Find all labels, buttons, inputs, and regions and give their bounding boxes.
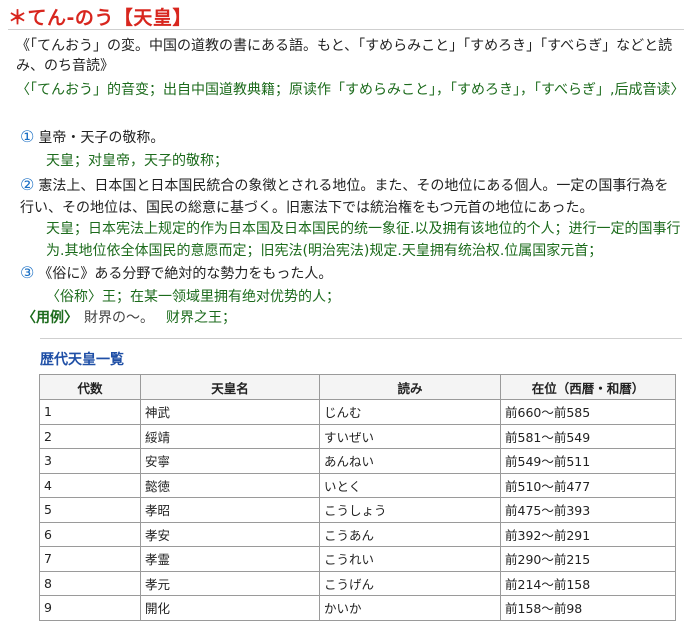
sense-2-translation: 天皇；日本宪法上规定的作为日本国及日本国民的统一象征.以及拥有该地位的个人；进行… xyxy=(46,221,681,259)
table-cell: 前158～前98 xyxy=(500,595,676,621)
sense-2: ② 憲法上、日本国と日本国民統合の象徴とされる地位。また、その地位にある個人。一定… xyxy=(20,174,682,219)
table-cell: じんむ xyxy=(319,399,501,425)
dictionary-entry: ＊てん-のう【天皇】 《「てんおう」の変。中国の道教の書にある語。もと、「すめら… xyxy=(0,0,690,624)
table-cell: 9 xyxy=(39,595,141,621)
example-translation: 财界之王； xyxy=(166,310,236,326)
table-cell: 前510～前477 xyxy=(500,472,676,498)
table-cell: 2 xyxy=(39,423,141,449)
sense-number: ① xyxy=(20,127,35,146)
table-cell: あんねい xyxy=(319,448,501,474)
sense-1-translation: 天皇；对皇帝，天子的敬称； xyxy=(46,153,228,169)
table-cell: 孝元 xyxy=(140,570,320,596)
column-header: 天皇名 xyxy=(140,374,320,400)
table-cell: こうげん xyxy=(319,570,501,596)
column-header: 在位（西暦・和暦） xyxy=(500,374,676,400)
table-cell: 前549～前511 xyxy=(500,448,676,474)
table-cell: 4 xyxy=(39,472,141,498)
sense-3: ③ 《俗に》ある分野で絶対的な勢力をもった人。 xyxy=(20,262,682,285)
table-cell: 1 xyxy=(39,399,141,425)
table-cell: 前290～前215 xyxy=(500,546,676,572)
sense-3-translation: 〈俗称〉王；在某一领域里拥有绝对优势的人； xyxy=(46,289,340,305)
table-cell: 5 xyxy=(39,497,141,523)
table-row: 7 孝霊 こうれい 前290～前215 xyxy=(39,546,676,572)
table-row: 3 安寧 あんねい 前549～前511 xyxy=(39,448,676,474)
table-cell: かいか xyxy=(319,595,501,621)
table-row: 1 神武 じんむ 前660～前585 xyxy=(39,399,676,425)
table-cell: 7 xyxy=(39,546,141,572)
sense-number: ③ xyxy=(20,263,35,282)
table-cell: こうしょう xyxy=(319,497,501,523)
etymology: 《「てんおう」の変。中国の道教の書にある語。もと、「すめらみこと」「すめろき」「… xyxy=(16,38,673,74)
table-cell: 前392～前291 xyxy=(500,521,676,547)
table-cell: 前214～前158 xyxy=(500,570,676,596)
divider xyxy=(40,338,682,339)
table-row: 2 綏靖 すいぜい 前581～前549 xyxy=(39,423,676,449)
table-cell: 懿徳 xyxy=(140,472,320,498)
sense-number: ② xyxy=(20,175,35,194)
column-header: 代数 xyxy=(39,374,141,400)
table-row: 6 孝安 こうあん 前392～前291 xyxy=(39,521,676,547)
table-cell: 前581～前549 xyxy=(500,423,676,449)
table-cell: 安寧 xyxy=(140,448,320,474)
table-cell: こうあん xyxy=(319,521,501,547)
table-cell: 綏靖 xyxy=(140,423,320,449)
sense-1: ① 皇帝・天子の敬称。 xyxy=(20,126,682,149)
sense-text: 《俗に》ある分野で絶対的な勢力をもった人。 xyxy=(38,266,333,282)
table-row: 9 開化 かいか 前158～前98 xyxy=(39,595,676,621)
table-cell: 開化 xyxy=(140,595,320,621)
etymology-translation: 〈「てんおう」的音变；出自中国道教典籍；原读作「すめらみこと」，「すめろき」，「… xyxy=(16,82,685,98)
table-cell: 神武 xyxy=(140,399,320,425)
sense-text: 憲法上、日本国と日本国民統合の象徴とされる地位。また、その地位にある個人。一定の… xyxy=(20,178,669,216)
emperor-table: 代数 天皇名 読み 在位（西暦・和暦） 1 神武 じんむ 前660～前585 2 綏靖 すい… xyxy=(39,374,676,621)
table-cell: こうれい xyxy=(319,546,501,572)
table-cell: 6 xyxy=(39,521,141,547)
example-text: 財界の～。 xyxy=(84,310,154,326)
table-header-row: 代数 天皇名 読み 在位（西暦・和暦） xyxy=(39,374,676,400)
table-row: 8 孝元 こうげん 前214～前158 xyxy=(39,570,676,596)
table-cell: 3 xyxy=(39,448,141,474)
table-cell: いとく xyxy=(319,472,501,498)
column-header: 読み xyxy=(319,374,501,400)
example-label: 〈用例〉 xyxy=(22,310,78,326)
sense-text: 皇帝・天子の敬称。 xyxy=(38,130,165,146)
table-cell: 前475～前393 xyxy=(500,497,676,523)
example: 〈用例〉 財界の～。 财界之王； xyxy=(22,308,236,328)
table-cell: 孝霊 xyxy=(140,546,320,572)
divider xyxy=(8,29,684,30)
table-cell: 孝昭 xyxy=(140,497,320,523)
table-cell: 孝安 xyxy=(140,521,320,547)
headword: ＊てん-のう【天皇】 xyxy=(8,7,192,29)
table-cell: 前660～前585 xyxy=(500,399,676,425)
table-row: 5 孝昭 こうしょう 前475～前393 xyxy=(39,497,676,523)
table-title: 歴代天皇一覧 xyxy=(40,352,124,368)
table-cell: 8 xyxy=(39,570,141,596)
table-cell: すいぜい xyxy=(319,423,501,449)
table-row: 4 懿徳 いとく 前510～前477 xyxy=(39,472,676,498)
